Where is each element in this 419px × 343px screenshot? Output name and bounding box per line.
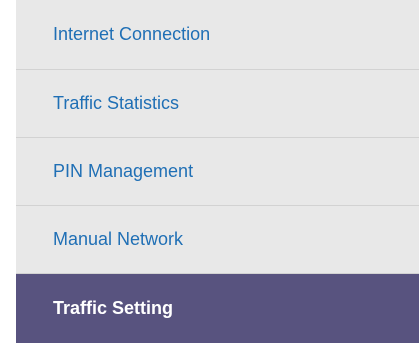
menu-item-label: PIN Management [53,161,194,181]
menu-item-pin-management[interactable]: PIN Management [16,138,419,206]
menu-item-label: Manual Network [53,229,184,249]
menu-item-internet-connection[interactable]: Internet Connection [16,0,419,70]
menu-item-label: Traffic Statistics [53,93,180,113]
menu-item-manual-network[interactable]: Manual Network [16,206,419,274]
menu-item-traffic-setting[interactable]: Traffic Setting [16,274,419,343]
menu-item-traffic-statistics[interactable]: Traffic Statistics [16,70,419,138]
settings-side-menu: Internet Connection Traffic Statistics P… [16,0,419,343]
menu-item-label: Internet Connection [53,24,211,44]
menu-item-label: Traffic Setting [53,298,174,318]
